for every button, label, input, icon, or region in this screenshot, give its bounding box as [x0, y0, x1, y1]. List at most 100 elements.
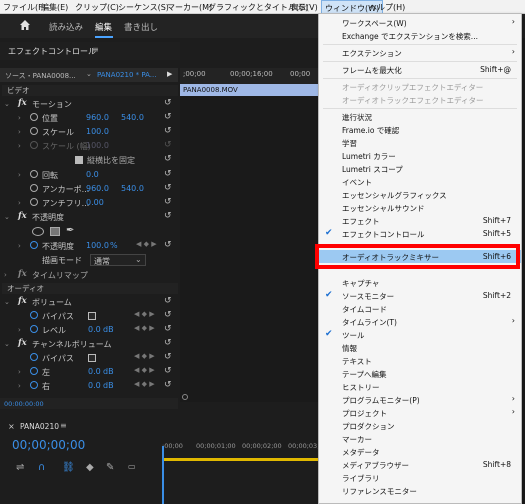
anchor-x-value[interactable]: 960.0 — [86, 184, 109, 193]
menu-item-text[interactable]: テキスト — [319, 354, 521, 367]
motion-row[interactable]: ⌄ fx モーション ↺ — [0, 98, 178, 111]
menu-item-tape-edit[interactable]: テープへ編集 — [319, 367, 521, 380]
ellipse-mask-icon[interactable] — [32, 227, 44, 236]
snap-icon[interactable]: ∩ — [38, 462, 45, 473]
reset-icon[interactable]: ↺ — [164, 240, 172, 250]
keyframe-nav[interactable]: ◀ ◆ ▶ — [134, 380, 155, 388]
uniform-scale-checkbox[interactable] — [75, 156, 83, 164]
stopwatch-icon[interactable] — [30, 367, 38, 375]
bypass-checkbox[interactable] — [88, 312, 96, 320]
stopwatch-icon[interactable] — [30, 381, 38, 389]
reset-icon[interactable]: ↺ — [164, 169, 172, 179]
chevron-right-icon[interactable]: › — [18, 171, 21, 179]
home-icon[interactable] — [19, 19, 31, 31]
stopwatch-icon[interactable] — [30, 184, 38, 192]
menu-sequence[interactable]: シーケンス(S) — [118, 2, 169, 13]
channel-volume-row[interactable]: ⌄ fx チャンネルボリューム ↺ — [0, 338, 178, 351]
level-value[interactable]: 0.0 — [88, 325, 101, 334]
rectangle-mask-icon[interactable] — [50, 227, 60, 236]
chevron-right-icon[interactable]: › — [18, 368, 21, 376]
reset-icon[interactable]: ↺ — [164, 296, 172, 306]
panel-title[interactable]: エフェクトコントロール — [8, 46, 96, 57]
reset-icon[interactable]: ↺ — [164, 112, 172, 122]
sequence-tab[interactable]: PANA0210 — [20, 422, 59, 431]
chevron-down-icon[interactable]: ⌄ — [4, 340, 10, 348]
fx-icon[interactable]: fx — [18, 338, 27, 348]
panel-menu-icon[interactable]: ≡ — [60, 421, 67, 430]
reset-icon[interactable]: ↺ — [164, 310, 172, 320]
chevron-down-icon[interactable]: ⌄ — [4, 298, 10, 306]
add-marker-icon[interactable]: ◆ — [86, 462, 94, 473]
menu-item-program-monitor[interactable]: プログラムモニター(P) › — [319, 393, 521, 406]
panel-menu-icon[interactable]: ≡ — [92, 45, 99, 54]
menu-edit[interactable]: 編集(E) — [41, 2, 68, 13]
play-icon[interactable]: ▶ — [167, 70, 172, 78]
opacity-section-row[interactable]: ⌄ fx 不透明度 ↺ — [0, 211, 178, 224]
stopwatch-icon[interactable] — [30, 113, 38, 121]
rotation-value[interactable]: 0.0 — [86, 170, 99, 179]
menu-item-info[interactable]: 情報 — [319, 341, 521, 354]
stopwatch-icon[interactable] — [30, 325, 38, 333]
menu-item-exchange[interactable]: Exchange でエクステンションを検索... — [319, 29, 521, 42]
stopwatch-icon[interactable] — [30, 353, 38, 361]
menu-item-effects[interactable]: エフェクト Shift+7 — [319, 214, 521, 227]
menu-item-lumetri-scopes[interactable]: Lumetri スコープ — [319, 162, 521, 175]
bypass-checkbox[interactable] — [88, 354, 96, 362]
reset-icon[interactable]: ↺ — [164, 98, 172, 108]
menu-clip[interactable]: クリップ(C) — [75, 2, 119, 13]
menu-item-lumetri-color[interactable]: Lumetri カラー — [319, 149, 521, 162]
fx-icon[interactable]: fx — [18, 269, 27, 279]
source-label[interactable]: ソース・PANA0008... — [5, 71, 76, 81]
menu-item-production[interactable]: プロダクション — [319, 419, 521, 432]
chevron-right-icon[interactable]: › — [18, 326, 21, 334]
chevron-right-icon[interactable]: › — [18, 382, 21, 390]
tab-edit[interactable]: 編集 — [95, 21, 112, 33]
linked-selection-icon[interactable]: ⛓ — [62, 462, 75, 473]
close-icon[interactable]: × — [8, 422, 15, 431]
time-remap-row[interactable]: › fx タイムリマップ — [0, 269, 178, 282]
menu-item-capture[interactable]: キャプチャ — [319, 276, 521, 289]
menu-item-reference-monitor[interactable]: リファレンスモニター — [319, 484, 521, 497]
reset-icon[interactable]: ↺ — [164, 324, 172, 334]
menu-item-metadata[interactable]: メタデータ — [319, 445, 521, 458]
position-x-value[interactable]: 960.0 — [86, 113, 109, 122]
chevron-right-icon[interactable]: › — [18, 128, 21, 136]
reset-icon[interactable]: ↺ — [164, 352, 172, 362]
reset-icon[interactable]: ↺ — [164, 366, 172, 376]
chevron-right-icon[interactable]: › — [18, 242, 21, 250]
menu-item-extensions[interactable]: エクステンション › — [319, 46, 521, 59]
menu-view[interactable]: 表示(V) — [290, 2, 318, 13]
menu-marker[interactable]: マーカー(M) — [167, 2, 212, 13]
fx-icon[interactable]: fx — [18, 211, 27, 221]
pen-mask-icon[interactable]: ✒ — [66, 225, 74, 236]
menu-item-workspace[interactable]: ワークスペース(W) › — [319, 16, 521, 29]
stopwatch-icon[interactable] — [30, 170, 38, 178]
clip-bar[interactable]: PANA0008.MOV — [180, 84, 320, 96]
tab-import[interactable]: 読み込み — [49, 21, 83, 33]
menu-item-progress[interactable]: 進行状況 — [319, 110, 521, 123]
sequence-timecode[interactable]: 00;00;00;00 — [12, 438, 85, 452]
wrench-icon[interactable]: ✎ — [106, 462, 114, 473]
menu-help[interactable]: ヘルプ(H) — [369, 2, 405, 13]
scale-value[interactable]: 100.0 — [86, 127, 109, 136]
reset-icon[interactable]: ↺ — [164, 154, 172, 164]
current-time-small[interactable]: 00:00:00:00 — [4, 400, 44, 408]
antiflicker-value[interactable]: 0.00 — [86, 198, 104, 207]
menu-item-maximize-frame[interactable]: フレームを最大化 Shift+@ — [319, 63, 521, 76]
scroll-handle[interactable] — [182, 394, 188, 400]
menu-item-learn[interactable]: 学習 — [319, 136, 521, 149]
ec-timeline-area[interactable] — [180, 96, 320, 396]
reset-icon[interactable]: ↺ — [164, 126, 172, 136]
menu-item-libraries[interactable]: ライブラリ — [319, 471, 521, 484]
reset-icon[interactable]: ↺ — [164, 380, 172, 390]
right-value[interactable]: 0.0 — [88, 381, 101, 390]
keyframe-nav[interactable]: ◀ ◆ ▶ — [134, 366, 155, 374]
keyframe-nav[interactable]: ◀ ◆ ▶ — [136, 240, 157, 248]
menu-item-timecode[interactable]: タイムコード — [319, 302, 521, 315]
menu-item-tools[interactable]: ✔ ツール — [319, 328, 521, 341]
captions-icon[interactable]: ▭ — [128, 462, 136, 471]
menu-item-media-browser[interactable]: メディアブラウザー Shift+8 — [319, 458, 521, 471]
keyframe-nav[interactable]: ◀ ◆ ▶ — [134, 310, 155, 318]
chevron-down-icon[interactable]: ⌄ — [4, 213, 10, 221]
menu-item-effect-controls[interactable]: ✔ エフェクトコントロール Shift+5 — [319, 227, 521, 240]
